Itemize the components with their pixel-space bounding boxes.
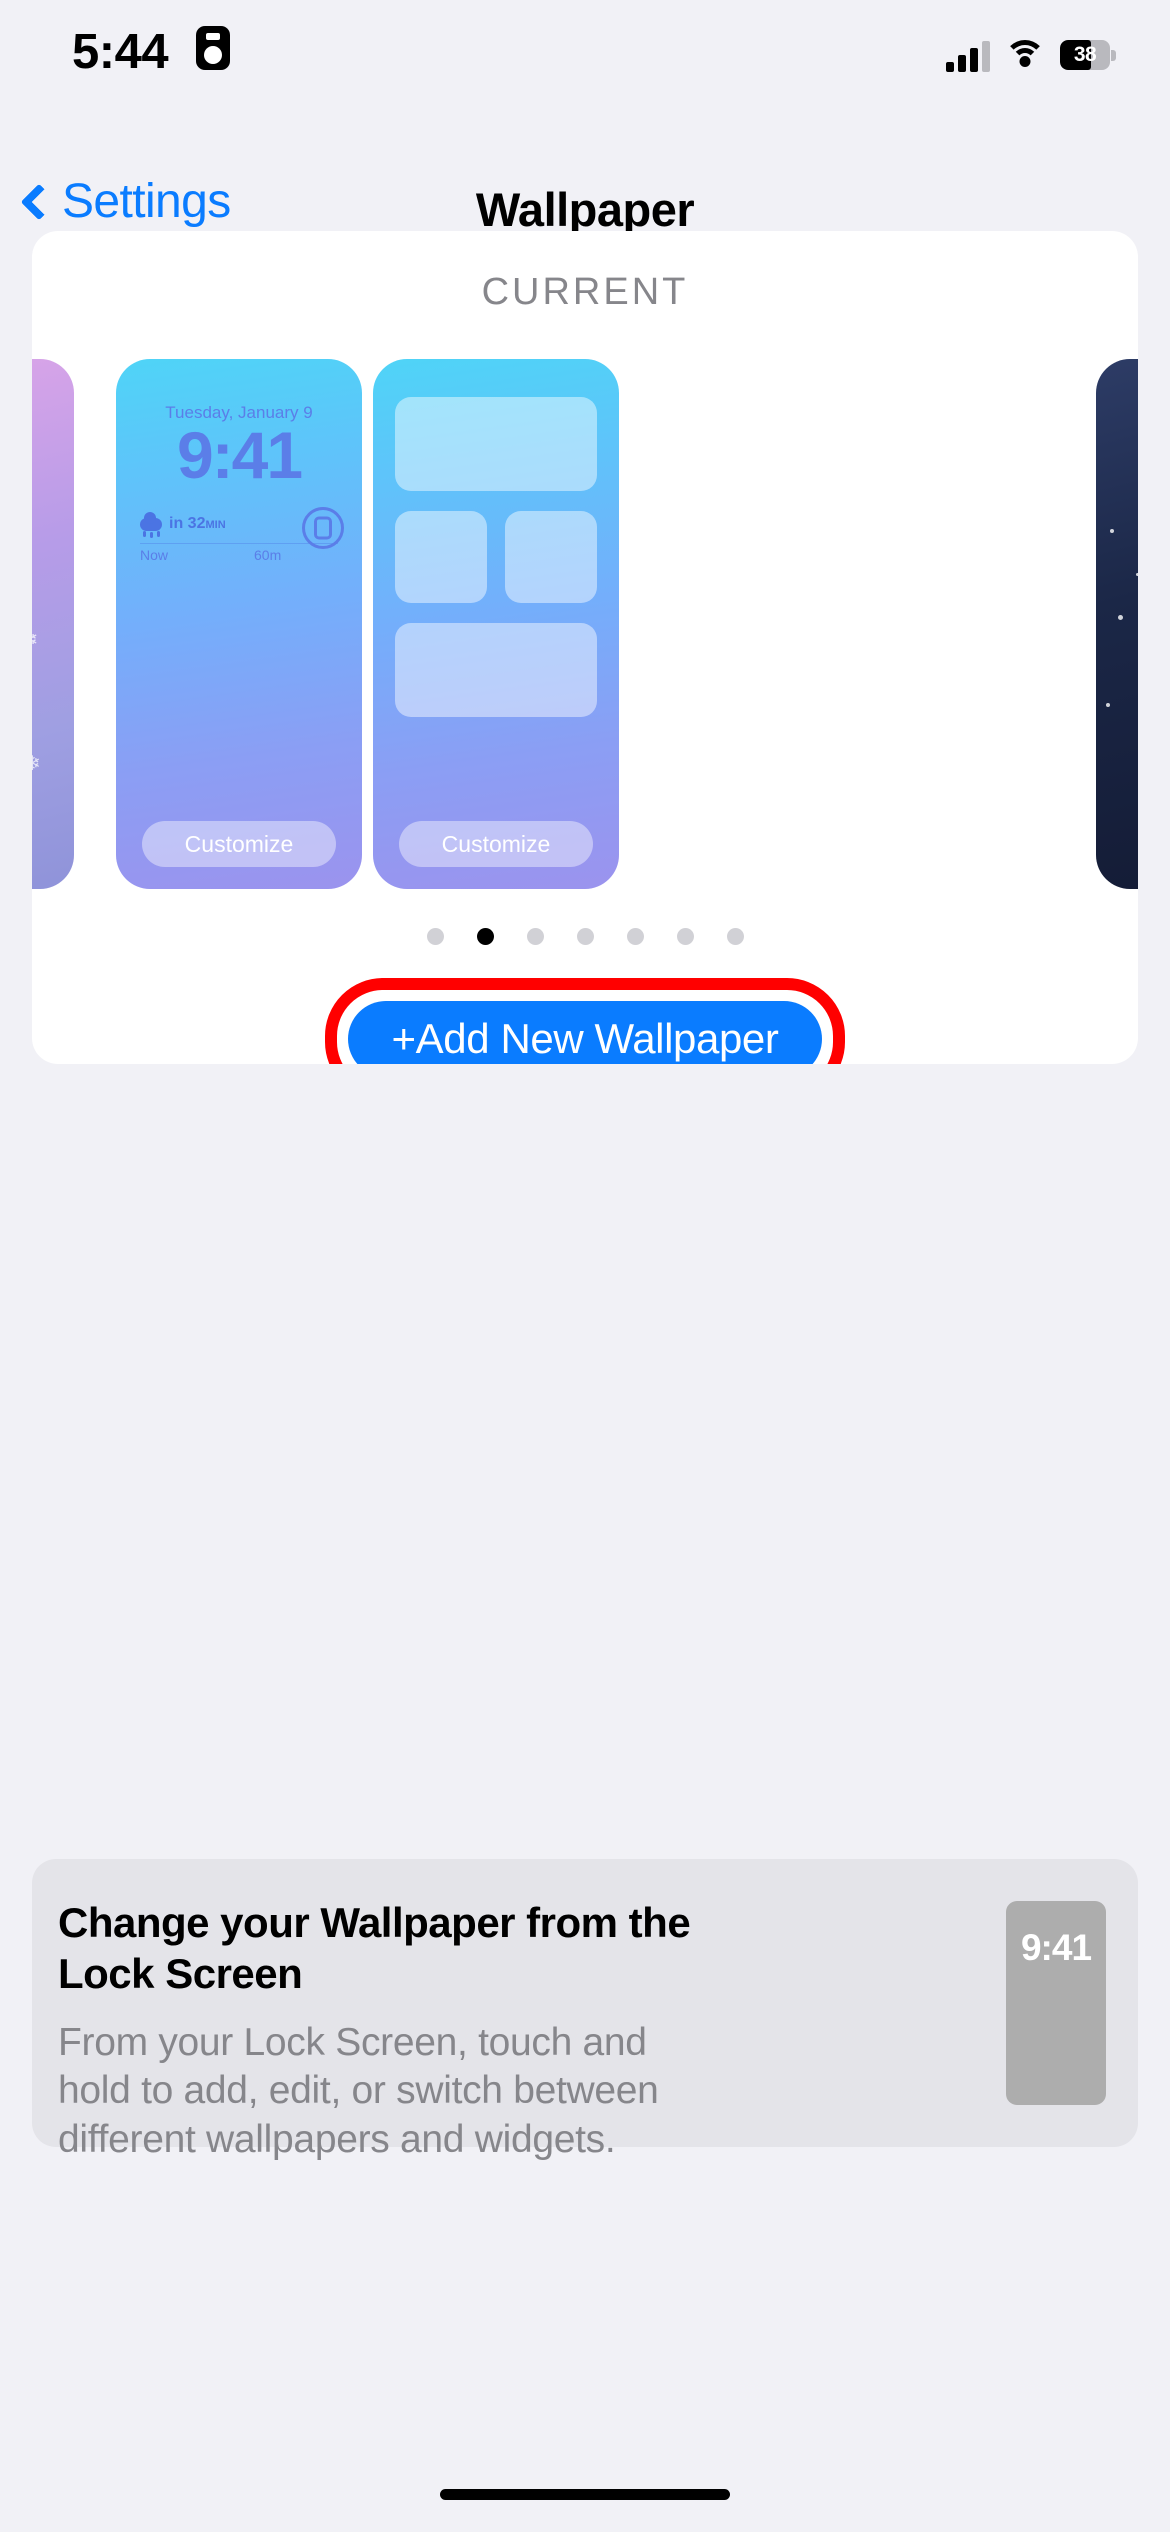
add-new-wallpaper-button[interactable]: +Add New Wallpaper [348, 1001, 822, 1064]
lock-preview-time: 9:41 [176, 418, 303, 492]
current-wallpaper-card: CURRENT ❄ ❄ ❄ ❄ ❄ Tuesday, January 9 [32, 231, 1138, 1064]
wifi-icon [1004, 40, 1046, 72]
info-card-body: From your Lock Screen, touch and hold to… [58, 2021, 659, 2161]
battery-icon: 38 [1060, 40, 1116, 72]
page-title: Wallpaper [475, 183, 695, 236]
customize-lock-screen-button[interactable]: Customize [142, 821, 336, 867]
home-widget-small-right [505, 511, 597, 603]
add-new-wallpaper-highlight: +Add New Wallpaper [325, 978, 845, 1064]
cellular-signal-icon [946, 38, 990, 72]
page-dot-1[interactable] [476, 928, 494, 945]
weather-timeline-end: 60m [254, 547, 282, 563]
info-card-thumbnail: 9:41 [1006, 1901, 1106, 2105]
watch-widget-icon [302, 507, 344, 549]
wallpaper-preview-previous[interactable]: ❄ ❄ ❄ ❄ ❄ [32, 359, 74, 889]
home-widget-large-top [395, 397, 597, 491]
page-dot-6[interactable] [726, 928, 744, 945]
status-bar-time: 5:44 [72, 25, 169, 79]
weather-forecast-label: in 32MIN [169, 515, 226, 532]
weather-timeline-start: Now [140, 547, 169, 563]
lock-screen-info-card: Change your Wallpaper from the Lock Scre… [32, 1859, 1138, 2161]
home-screen-preview[interactable]: Customize [373, 359, 619, 889]
info-card-title: Change your Wallpaper from the Lock Scre… [58, 1899, 691, 1998]
home-widget-large-bottom [395, 623, 597, 717]
page-dot-4[interactable] [626, 928, 644, 945]
status-bar: 5:44 38 [0, 0, 1170, 110]
wallpaper-settings-screen: 5:44 38 Settings Wallpaper CURRENT ❄ Tue… [0, 0, 1170, 2532]
page-dots [32, 928, 1138, 945]
page-dot-0[interactable] [426, 928, 444, 945]
home-indicator[interactable] [440, 2489, 730, 2500]
info-thumbnail-time: 9:41 [1020, 1927, 1092, 1968]
home-widget-small-left [395, 511, 487, 603]
page-dot-5[interactable] [676, 928, 694, 945]
page-dot-3[interactable] [576, 928, 594, 945]
wallpaper-preview-next[interactable] [1096, 359, 1138, 889]
current-section-label: CURRENT [481, 271, 689, 313]
lock-screen-preview[interactable]: Tuesday, January 9 9:41 in 32MIN Now 60m… [116, 359, 362, 889]
lock-recording-icon [196, 26, 230, 70]
page-dot-2[interactable] [526, 928, 544, 945]
wallpaper-carousel[interactable]: ❄ ❄ ❄ ❄ ❄ Tuesday, January 9 9:41 [32, 359, 1138, 889]
rain-cloud-icon [140, 511, 162, 537]
status-bar-right-group: 38 [946, 26, 1116, 72]
battery-percent-label: 38 [1073, 43, 1097, 66]
customize-home-screen-button[interactable]: Customize [399, 821, 593, 867]
